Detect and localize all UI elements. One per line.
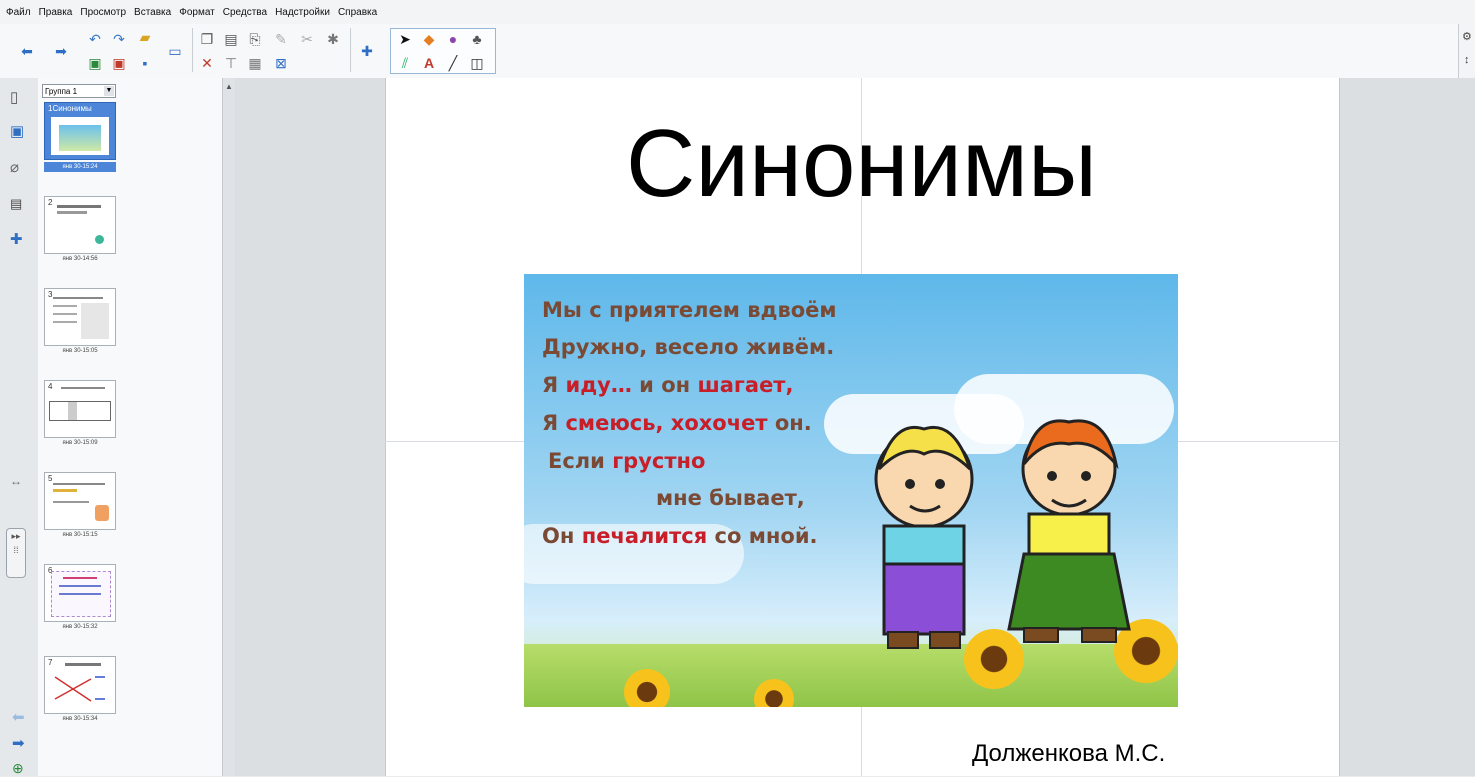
panel-collapse-handle[interactable]: ▸▸ ⁞⁞ [6,528,26,578]
poem-line-2: Дружно, весело живём. [542,335,835,359]
group-select-label: Группа 1 [45,87,78,96]
move-toolbar-icon[interactable]: ↕ [1464,54,1470,66]
slide-time: янв 30-15:15 [62,532,98,538]
prev-page-icon[interactable]: ⬅ [12,708,25,726]
menu-insert[interactable]: Вставка [134,7,171,18]
redo-icon[interactable]: ↷ [110,30,128,48]
menu-tools[interactable]: Средства [223,7,267,18]
open-folder-icon[interactable]: ▰ [136,28,154,46]
poem-line-6: мне бывает, [656,486,805,510]
author-name[interactable]: Долженкова М.С. [972,740,1165,768]
next-page-icon[interactable]: ➡ [12,734,25,752]
capture-icon[interactable]: ⎘ [246,30,264,48]
undo-icon[interactable]: ↶ [86,30,104,48]
sorter-scrollbar[interactable]: ▲ [222,78,236,776]
poem-line-5: Если грустно [548,449,706,473]
attachments-icon[interactable]: ⌀ [10,158,28,178]
cut-icon[interactable]: ✂ [298,30,316,48]
slide-time: янв 30-15:24 [44,162,116,172]
poem-line-1: Мы с приятелем вдвоём [542,298,837,322]
grid-icon[interactable]: ▦ [246,54,264,72]
menu-addons[interactable]: Надстройки [275,7,330,18]
text-tool-icon[interactable]: A [420,54,438,72]
slide-number: 7 [48,658,53,667]
slide-time: янв 30-15:09 [62,440,98,446]
new-page-icon[interactable]: ▣ [86,54,104,72]
slide-thumbnail-2[interactable]: 2 [44,196,116,254]
display-icon[interactable]: ▭ [166,42,184,60]
pen-icon[interactable]: ✎ [272,30,290,48]
shape-icon[interactable]: ◆ [420,30,438,48]
slide-title[interactable]: Синонимы [385,116,1338,212]
add-page-icon[interactable]: ⊕ [12,760,24,777]
slide-number: 4 [48,382,53,391]
magic-pen-icon[interactable]: ● [444,30,462,48]
screen-shade-icon[interactable]: ▤ [222,30,240,48]
slide-thumbnail-6[interactable]: 6 [44,564,116,622]
line-tool-icon[interactable]: ╱ [444,54,462,72]
circle-marker-icon [95,235,104,244]
forward-arrow-icon[interactable]: ➡ [52,42,70,60]
slide-thumbnail-1[interactable]: 1Синонимы [44,102,116,160]
children-illustration [874,419,1131,649]
scroll-up-icon[interactable]: ▲ [225,82,233,91]
paste-icon[interactable]: ❐ [198,30,216,48]
slide-time: янв 30-15:32 [62,624,98,630]
page-sorter-panel: Группа 1 ▼ 1Синонимы янв 30-15:24 2 янв … [38,78,222,776]
gallery-icon[interactable]: ▣ [10,122,28,142]
poem-line-7: Он печалится со мной. [542,524,818,548]
slide-number: 1Синонимы [48,104,92,113]
resize-panel-icon[interactable]: ↔ [10,474,22,488]
page-sorter-icon[interactable]: ▯ [10,88,28,108]
poem-line-4: Я смеюсь, хохочет он. [542,411,812,435]
menu-help[interactable]: Справка [338,7,377,18]
addon-puzzle-icon[interactable]: ✚ [358,42,376,60]
slide-thumbnail-7[interactable]: 7 [44,656,116,714]
slide-number: 2 [48,198,53,207]
sunflower [624,669,670,707]
group-select[interactable]: Группа 1 ▼ [42,84,116,98]
menu-view[interactable]: Просмотр [80,7,126,18]
close-x-icon[interactable]: ✕ [198,54,216,72]
slide-thumbnail-3[interactable]: 3 [44,288,116,346]
side-tab-strip: ▯ ▣ ⌀ ▤ ✚ ↔ ▸▸ ⁞⁞ ⬅ ➡ ⊕ [0,78,39,776]
menu-edit[interactable]: Правка [39,7,73,18]
delete-page-icon[interactable]: ▣ [110,54,128,72]
poem-image[interactable]: Мы с приятелем вдвоём Дружно, весело жив… [524,274,1178,707]
slide-thumbnail-5[interactable]: 5 [44,472,116,530]
chevron-down-icon[interactable]: ▼ [104,86,114,96]
eraser-icon[interactable]: ◫ [468,54,486,72]
slide-number: 3 [48,290,53,299]
slide-time: янв 30-14:56 [62,256,98,262]
menu-file[interactable]: Файл [6,7,31,18]
settings-gear-icon[interactable]: ⚙ [1462,30,1472,43]
slide-time: янв 30-15:05 [62,348,98,354]
save-icon[interactable]: ▪ [136,54,154,72]
fill-icon[interactable]: ♣ [468,30,486,48]
pens-icon[interactable]: ⫽ [396,54,414,72]
back-arrow-icon[interactable]: ⬅ [18,42,36,60]
toolbar-right: ⚙ ↕ [1458,24,1475,78]
slide-time: янв 30-15:34 [62,716,98,722]
poem-line-3: Я иду… и он шагает, [542,373,794,397]
remove-icon[interactable]: ⊠ [272,54,290,72]
menu-bar: Файл Правка Просмотр Вставка Формат Сред… [0,0,1475,24]
toolbar: ⬅ ➡ ↶ ↷ ▰ ▣ ▣ ▪ ▭ ❐ ▤ ⎘ ✎ ✂ ✱ ✕ ⊤ ▦ ⊠ ✚ … [0,24,1475,79]
properties-icon[interactable]: ▤ [10,196,28,216]
addons-icon[interactable]: ✚ [10,230,28,250]
slide-number: 5 [48,474,53,483]
select-cursor-icon[interactable]: ➤ [396,30,414,48]
spell-check-icon[interactable]: ✱ [324,30,342,48]
slide-thumbnail-4[interactable]: 4 [44,380,116,438]
menu-format[interactable]: Формат [179,7,215,18]
thumb-lines [54,676,105,702]
slide-preview [51,117,109,155]
thumb-image [59,125,101,151]
table-icon[interactable]: ⊤ [222,54,240,72]
